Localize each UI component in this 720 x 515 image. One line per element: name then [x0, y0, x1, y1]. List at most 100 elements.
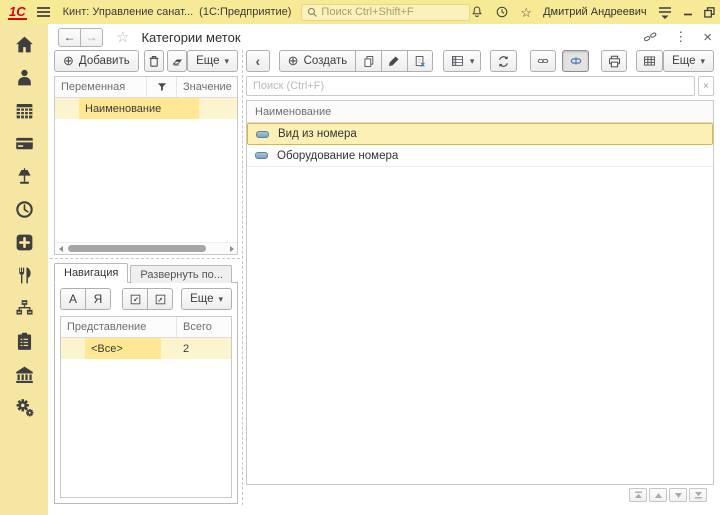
- props-row-name: Наименование: [79, 98, 199, 119]
- add-button[interactable]: ⊕ Добавить: [54, 50, 139, 72]
- list-row[interactable]: Оборудование номера: [247, 145, 713, 167]
- expand-button[interactable]: [147, 288, 173, 310]
- tab-navigation[interactable]: Навигация: [54, 263, 129, 283]
- sort-asc-button[interactable]: А: [60, 288, 86, 310]
- notifications-button[interactable]: [470, 5, 484, 19]
- minimize-button[interactable]: [683, 7, 693, 17]
- sidebar-item-tasks[interactable]: [13, 330, 35, 352]
- sidebar-item-add-services[interactable]: [13, 231, 35, 253]
- history-back-button[interactable]: ←: [58, 27, 81, 47]
- sort-desc-button[interactable]: Я: [85, 288, 111, 310]
- printer-icon: [608, 55, 620, 67]
- sidebar-item-booking[interactable]: [13, 99, 35, 121]
- triangle-right-icon: [229, 245, 234, 252]
- app-kind-label: (1С:Предприятие): [199, 6, 292, 18]
- favorites-button[interactable]: ☆: [520, 6, 532, 19]
- column-total[interactable]: Всего: [177, 317, 231, 337]
- sidebar-item-organizations[interactable]: [13, 363, 35, 385]
- vertical-splitter[interactable]: [242, 50, 243, 505]
- main-menu-button[interactable]: [36, 6, 51, 18]
- restore-icon: [703, 6, 715, 18]
- list-search-input[interactable]: [246, 76, 695, 96]
- add-to-favorites-star[interactable]: ☆: [116, 30, 129, 45]
- list-column-header[interactable]: Наименование: [247, 101, 713, 123]
- copy-button[interactable]: [355, 50, 382, 72]
- props-row-selected[interactable]: Наименование: [55, 98, 237, 119]
- items-list: Наименование Вид из номера Оборудование …: [246, 100, 714, 485]
- go-previous-button[interactable]: [649, 488, 667, 502]
- chain-link-icon: [537, 59, 549, 63]
- mark-deletion-button[interactable]: [406, 50, 434, 72]
- collapse-button[interactable]: [122, 288, 148, 310]
- sidebar-item-restaurant[interactable]: [13, 264, 35, 286]
- column-value[interactable]: Значение: [177, 77, 237, 97]
- preview-pane-toggle-button[interactable]: [562, 50, 589, 72]
- go-first-button[interactable]: [629, 488, 647, 502]
- list-more-button[interactable]: Еще ▾: [663, 50, 715, 72]
- service-menu-button[interactable]: [658, 6, 672, 19]
- get-link-button[interactable]: [643, 30, 658, 44]
- first-row-icon: [634, 491, 642, 498]
- list-row[interactable]: Вид из номера: [247, 123, 713, 145]
- props-more-button[interactable]: Еще ▾: [187, 50, 238, 72]
- close-form-button[interactable]: ×: [703, 30, 712, 45]
- column-variable[interactable]: Переменная: [55, 77, 147, 97]
- nav-toolbar: А Я Еще ▾: [60, 288, 232, 310]
- sidebar-item-home[interactable]: [13, 33, 35, 55]
- app-title: Кинт: Управление санат...: [62, 6, 194, 18]
- sidebar-item-guests[interactable]: [13, 66, 35, 88]
- clear-button[interactable]: [167, 50, 188, 72]
- refresh-button[interactable]: [489, 50, 517, 72]
- search-clear-button[interactable]: ×: [698, 76, 714, 96]
- gears-icon: [16, 398, 33, 416]
- create-button[interactable]: ⊕ Создать: [278, 50, 357, 72]
- print-button[interactable]: [600, 50, 628, 72]
- chevron-down-icon: ▾: [218, 293, 223, 304]
- list-row-label: Оборудование номера: [277, 149, 399, 162]
- global-search-input[interactable]: [319, 5, 466, 19]
- scrollbar-thumb[interactable]: [68, 245, 206, 252]
- sidebar-item-reception[interactable]: [13, 165, 35, 187]
- tab-expand-by[interactable]: Развернуть по...: [130, 265, 233, 283]
- nav-table-header: Представление Всего: [61, 317, 231, 338]
- split-view-icon: [570, 57, 581, 65]
- nav-more-button[interactable]: Еще ▾: [181, 288, 232, 310]
- scroll-right-button[interactable]: [226, 243, 237, 254]
- home-icon: [15, 36, 33, 52]
- set-link-button[interactable]: [529, 50, 557, 72]
- scroll-left-button[interactable]: [55, 243, 66, 254]
- plus-circle-icon: ⊕: [63, 53, 74, 68]
- calendar-icon: [16, 103, 32, 118]
- restore-button[interactable]: [703, 6, 715, 18]
- sidebar-item-settings[interactable]: [13, 396, 35, 418]
- nav-row-selected[interactable]: <Все> 2: [61, 338, 231, 359]
- history-forward-button[interactable]: →: [80, 27, 103, 47]
- list-view-mode-button[interactable]: ▾: [443, 50, 482, 72]
- more-actions-kebab[interactable]: ⋮: [674, 29, 687, 45]
- go-last-button[interactable]: [689, 488, 707, 502]
- go-next-button[interactable]: [669, 488, 687, 502]
- sidebar-item-structure[interactable]: [13, 297, 35, 319]
- back-button[interactable]: ‹: [246, 50, 270, 72]
- column-view[interactable]: Представление: [61, 317, 177, 337]
- edit-button[interactable]: [381, 50, 408, 72]
- clock-icon: [15, 200, 33, 218]
- props-toolbar: ⊕ Добавить Еще ▾: [54, 50, 238, 72]
- current-user[interactable]: Дмитрий Андреевич: [543, 6, 647, 18]
- table-view-icon: [452, 56, 463, 66]
- history-button[interactable]: [495, 5, 509, 19]
- horizontal-scrollbar: [55, 242, 237, 254]
- org-structure-icon: [15, 299, 33, 315]
- page-title: Категории меток: [141, 29, 241, 45]
- funnel-icon: [157, 83, 166, 91]
- filter-button[interactable]: [147, 77, 177, 97]
- history-clock-icon: [497, 6, 508, 18]
- delete-button[interactable]: [144, 50, 164, 72]
- copy-icon: [364, 55, 373, 67]
- output-list-button[interactable]: [636, 50, 664, 72]
- sidebar-item-payments[interactable]: [13, 132, 35, 154]
- chevron-down-icon: ▾: [469, 55, 475, 66]
- horizontal-splitter[interactable]: [50, 258, 240, 259]
- sidebar-item-schedule[interactable]: [13, 198, 35, 220]
- list-search-row: ×: [246, 76, 714, 96]
